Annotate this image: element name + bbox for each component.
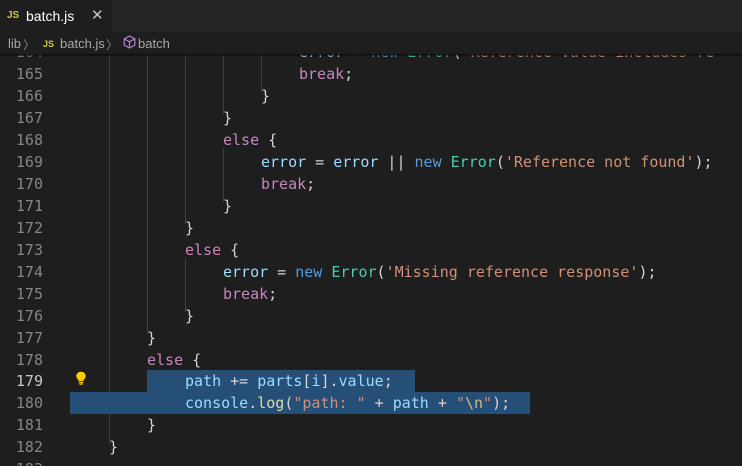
code-line: break;	[223, 285, 278, 303]
tab-label: batch.js	[26, 8, 75, 24]
line-number: 166	[15, 87, 43, 105]
code-line: }	[185, 307, 195, 325]
line-number: 181	[15, 416, 43, 434]
code-line: }	[223, 109, 233, 127]
line-number: 168	[15, 131, 43, 149]
line-number: 182	[15, 438, 43, 456]
line-number: 169	[15, 153, 43, 171]
breadcrumb-folder[interactable]: lib	[8, 36, 21, 51]
line-number: 172	[15, 219, 43, 237]
line-number: 176	[15, 307, 43, 325]
chevron-right-icon: 〉	[23, 38, 36, 52]
line-number: 171	[15, 197, 43, 215]
code-line-selected: path += parts[i].value;	[185, 372, 393, 390]
line-number: 174	[15, 263, 43, 281]
line-number: 177	[15, 329, 43, 347]
code-line: }	[109, 438, 119, 456]
close-icon[interactable]: ✕	[91, 6, 104, 24]
javascript-file-icon: JS	[7, 10, 20, 21]
symbol-method-icon	[123, 35, 136, 52]
code-line: }	[147, 416, 157, 434]
code-line: else {	[185, 241, 240, 259]
code-line: }	[185, 219, 195, 237]
chevron-right-icon: 〉	[106, 38, 119, 52]
scroll-shadow	[0, 54, 742, 57]
line-number: 180	[15, 394, 43, 412]
line-number: 173	[15, 241, 43, 259]
code-line-selected: console.log("path: " + path + "\n");	[185, 394, 511, 412]
tab-batch-js[interactable]: JS batch.js ✕	[0, 0, 112, 32]
code-line: break;	[299, 65, 354, 83]
javascript-file-icon: JS	[43, 39, 55, 49]
line-number: 183	[0, 458, 43, 466]
breadcrumb-file[interactable]: batch.js	[60, 36, 105, 51]
code-line: }	[147, 329, 157, 347]
code-line: break;	[261, 175, 316, 193]
line-number: 170	[15, 175, 43, 193]
line-number: 175	[15, 285, 43, 303]
code-line: else {	[223, 131, 278, 149]
line-number-active: 179	[15, 372, 43, 390]
code-line: error = error || new Error('Reference no…	[261, 153, 713, 171]
line-number: 167	[15, 109, 43, 127]
breadcrumb: lib 〉 JS batch.js 〉 batch	[0, 32, 742, 54]
code-line: error = new Error('Missing reference res…	[223, 263, 657, 281]
editor-code-area[interactable]: 164 165 166 167 168 169 170 171 172 173 …	[0, 0, 742, 466]
code-line: }	[223, 197, 233, 215]
line-number: 165	[15, 65, 43, 83]
code-line: }	[261, 87, 271, 105]
line-number: 178	[15, 351, 43, 369]
code-line: else {	[147, 351, 202, 369]
breadcrumb-symbol[interactable]: batch	[138, 36, 170, 51]
tab-bar: JS batch.js ✕	[0, 0, 742, 32]
